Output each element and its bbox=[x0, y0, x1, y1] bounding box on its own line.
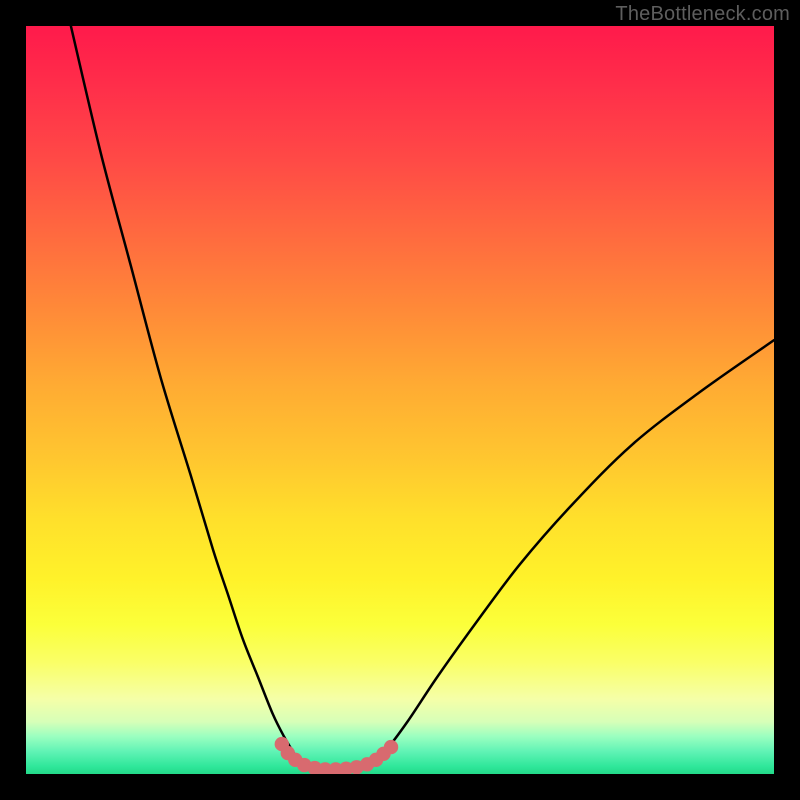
plot-area bbox=[26, 26, 774, 774]
right-curve bbox=[370, 340, 774, 766]
valley-markers bbox=[275, 737, 399, 774]
curve-group bbox=[71, 26, 774, 770]
valley-marker-dot bbox=[384, 740, 398, 754]
left-curve bbox=[71, 26, 303, 767]
chart-frame: TheBottleneck.com bbox=[0, 0, 800, 800]
watermark-text: TheBottleneck.com bbox=[615, 3, 790, 26]
chart-svg bbox=[26, 26, 774, 774]
